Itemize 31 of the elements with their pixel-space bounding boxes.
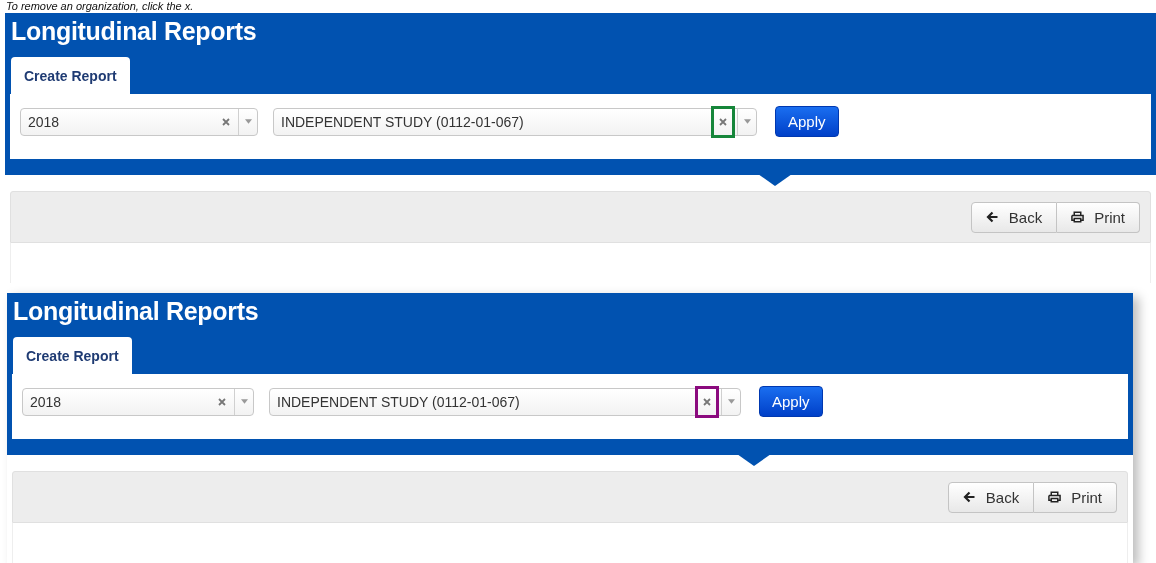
apply-button[interactable]: Apply — [759, 386, 823, 417]
organization-select[interactable]: INDEPENDENT STUDY (0112-01-067) — [269, 387, 741, 416]
tab[interactable]: Create Report — [13, 337, 132, 374]
arrow-left-icon — [985, 211, 999, 223]
tab[interactable]: Create Report — [11, 57, 130, 94]
organization-select[interactable]: INDEPENDENT STUDY (0112-01-067) — [273, 107, 757, 136]
select-value: 2018 — [29, 393, 63, 410]
select-value: 2018 — [27, 113, 61, 130]
printer-icon — [1071, 211, 1085, 223]
printer-icon — [1048, 491, 1062, 503]
clear-icon[interactable] — [703, 397, 711, 406]
instruction-text: To remove an organization, click the x. — [5, 0, 195, 13]
caret-icon[interactable] — [240, 399, 248, 404]
select-value: INDEPENDENT STUDY (0112-01-067) — [280, 113, 525, 130]
year-select[interactable]: 2018 — [22, 387, 254, 416]
caret-icon[interactable] — [743, 119, 751, 124]
page-title: Longitudinal Reports — [12, 296, 260, 327]
clear-icon[interactable] — [222, 117, 230, 126]
year-select[interactable]: 2018 — [20, 107, 258, 136]
caret-icon[interactable] — [727, 399, 735, 404]
clear-icon[interactable] — [719, 117, 727, 126]
back-button[interactable]: Back — [970, 201, 1058, 233]
page-title: Longitudinal Reports — [10, 16, 258, 47]
clear-icon[interactable] — [218, 397, 226, 406]
caret-icon[interactable] — [244, 119, 252, 124]
print-button[interactable]: Print — [1057, 201, 1140, 233]
select-value: INDEPENDENT STUDY (0112-01-067) — [276, 393, 521, 410]
arrow-left-icon — [962, 491, 976, 503]
back-button[interactable]: Back — [947, 481, 1035, 513]
apply-button[interactable]: Apply — [775, 106, 839, 137]
print-button[interactable]: Print — [1034, 481, 1117, 513]
